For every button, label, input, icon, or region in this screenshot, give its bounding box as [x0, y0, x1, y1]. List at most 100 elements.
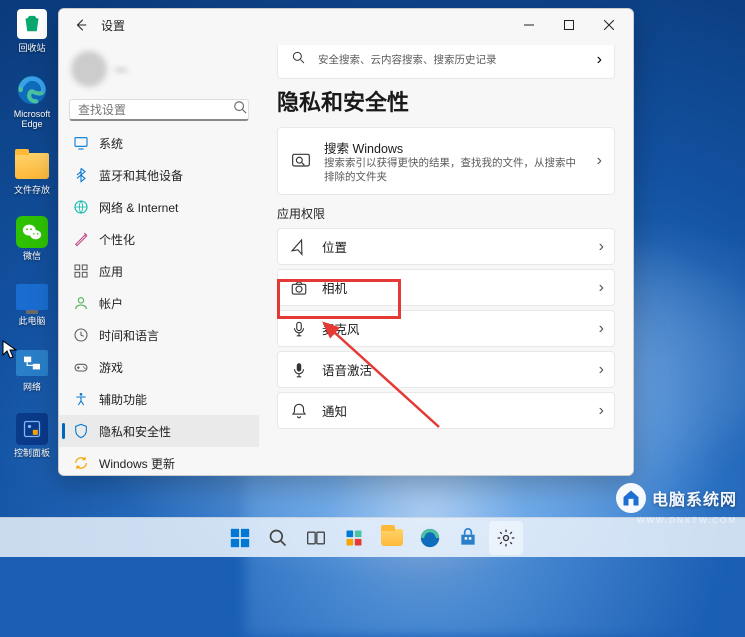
search-windows-card[interactable]: 搜索 Windows 搜索索引以获得更快的结果，查找我的文件，从搜索中排除的文件…: [277, 127, 615, 195]
desktop-icon-label: 微信: [23, 252, 41, 262]
settings-window: 设置 — 系统蓝牙和其他设备网络 & Internet 个性化应用帐户时间和语言游…: [58, 8, 634, 476]
camera-icon: [288, 279, 310, 297]
card-desc: 安全搜索、云内容搜索、搜索历史记录: [318, 52, 585, 67]
sidebar-item-update[interactable]: Windows 更新: [59, 447, 259, 475]
card-title: 搜索 Windows: [324, 138, 585, 157]
maximize-button[interactable]: [549, 9, 589, 41]
permission-microphone[interactable]: 麦克风 ›: [277, 310, 615, 347]
user-block[interactable]: —: [59, 45, 259, 95]
permission-camera[interactable]: 相机›: [277, 269, 615, 306]
watermark: 电脑系统网 WWW.DNXTW.COM: [616, 483, 737, 513]
search-box[interactable]: [69, 99, 249, 121]
user-name: —: [115, 62, 127, 76]
shield-icon: [290, 49, 306, 70]
chevron-right-icon: ›: [597, 51, 602, 69]
start-button[interactable]: [223, 521, 257, 555]
sidebar-item-apps[interactable]: 应用: [59, 255, 259, 287]
page-title: 隐私和安全性: [277, 85, 615, 117]
desktop-icon-wechat[interactable]: 微信: [8, 214, 56, 262]
nav-label: 时间和语言: [99, 327, 159, 344]
titlebar: 设置: [59, 9, 633, 41]
taskbar-edge-icon[interactable]: [413, 521, 447, 555]
section-label: 应用权限: [277, 205, 615, 222]
search-icon: [233, 100, 247, 119]
main-panel: 安全搜索、云内容搜索、搜索历史记录 › 隐私和安全性 搜索 Windows 搜索…: [259, 41, 633, 475]
desktop-icon-label: 控制面板: [14, 449, 50, 459]
desktop-icon-label: 文件存放: [14, 186, 50, 196]
desktop-icon-network[interactable]: 网络: [8, 345, 56, 393]
voice-icon: [288, 361, 310, 379]
settings-taskbar-icon[interactable]: [489, 521, 523, 555]
sidebar-item-personalize[interactable]: 个性化: [59, 223, 259, 255]
desktop-icon-label: 此电脑: [18, 317, 45, 327]
partial-card-top[interactable]: 安全搜索、云内容搜索、搜索历史记录 ›: [277, 45, 615, 75]
chevron-right-icon: ›: [599, 320, 604, 338]
nav-label: 隐私和安全性: [99, 423, 171, 440]
desktop-icon-this-pc[interactable]: 此电脑: [8, 279, 56, 327]
nav-label: 蓝牙和其他设备: [99, 167, 183, 184]
sidebar-item-accessibility[interactable]: 辅助功能: [59, 383, 259, 415]
window-title: 设置: [101, 17, 125, 34]
sidebar-item-time[interactable]: 时间和语言: [59, 319, 259, 351]
sidebar-item-privacy[interactable]: 隐私和安全性: [59, 415, 259, 447]
sidebar-item-bluetooth[interactable]: 蓝牙和其他设备: [59, 159, 259, 191]
desktop-icon-folder[interactable]: 文件存放: [8, 148, 56, 196]
permission-list: 位置›相机›麦克风›语音激活›通知›: [277, 228, 615, 429]
card-desc: 搜索索引以获得更快的结果，查找我的文件，从搜索中排除的文件夹: [324, 157, 585, 184]
nav-list: 系统蓝牙和其他设备网络 & Internet 个性化应用帐户时间和语言游戏辅助功能…: [59, 127, 259, 475]
nav-label: 应用: [99, 263, 123, 280]
desktop-icon-label: 回收站: [18, 44, 45, 54]
nav-label: 个性化: [99, 231, 135, 248]
desktop-icon-recycle-bin[interactable]: 回收站: [8, 6, 56, 54]
permission-voice[interactable]: 语音激活›: [277, 351, 615, 388]
permission-label: 麦克风: [322, 319, 587, 338]
system-icon: [73, 135, 89, 151]
watermark-url: WWW.DNXTW.COM: [637, 516, 737, 525]
watermark-icon: [616, 483, 646, 513]
nav-label: 游戏: [99, 359, 123, 376]
sidebar-item-gaming[interactable]: 游戏: [59, 351, 259, 383]
update-icon: [73, 455, 89, 471]
watermark-text: 电脑系统网: [652, 486, 737, 510]
explorer-icon[interactable]: [375, 521, 409, 555]
apps-icon: [73, 263, 89, 279]
nav-label: Windows 更新: [99, 455, 175, 472]
sidebar-item-network[interactable]: 网络 & Internet: [59, 191, 259, 223]
permission-label: 相机: [322, 278, 587, 297]
sidebar-item-accounts[interactable]: 帐户: [59, 287, 259, 319]
microphone-icon: [288, 320, 310, 338]
location-icon: [288, 238, 310, 256]
avatar: [71, 51, 107, 87]
nav-label: 辅助功能: [99, 391, 147, 408]
accounts-icon: [73, 295, 89, 311]
minimize-button[interactable]: [509, 9, 549, 41]
gaming-icon: [73, 359, 89, 375]
store-icon[interactable]: [451, 521, 485, 555]
permission-notifications[interactable]: 通知 ›: [277, 392, 615, 429]
desktop-icon-edge[interactable]: Microsoft Edge: [8, 72, 56, 130]
accessibility-icon: [73, 391, 89, 407]
notifications-icon: [288, 402, 310, 420]
task-view-icon[interactable]: [299, 521, 333, 555]
nav-label: 帐户: [99, 295, 123, 312]
permission-label: 位置: [322, 237, 587, 256]
desktop-icon-control-panel[interactable]: 控制面板: [8, 411, 56, 459]
search-input[interactable]: [78, 103, 233, 117]
taskbar-search-icon[interactable]: [261, 521, 295, 555]
nav-label: 网络 & Internet: [99, 199, 178, 216]
sidebar-item-system[interactable]: 系统: [59, 127, 259, 159]
widgets-icon[interactable]: [337, 521, 371, 555]
permission-label: 通知: [322, 401, 587, 420]
desktop-icon-label: 网络: [23, 383, 41, 393]
search-windows-icon: [290, 151, 312, 171]
chevron-right-icon: ›: [599, 402, 604, 420]
desktop-icons: 回收站 Microsoft Edge 文件存放 微信 此电脑 网络 控制面板: [8, 6, 56, 459]
network-icon: [73, 199, 89, 215]
nav-label: 系统: [99, 135, 123, 152]
chevron-right-icon: ›: [599, 361, 604, 379]
permission-location[interactable]: 位置›: [277, 228, 615, 265]
time-icon: [73, 327, 89, 343]
bluetooth-icon: [73, 167, 89, 183]
close-button[interactable]: [589, 9, 629, 41]
back-button[interactable]: [69, 13, 93, 37]
